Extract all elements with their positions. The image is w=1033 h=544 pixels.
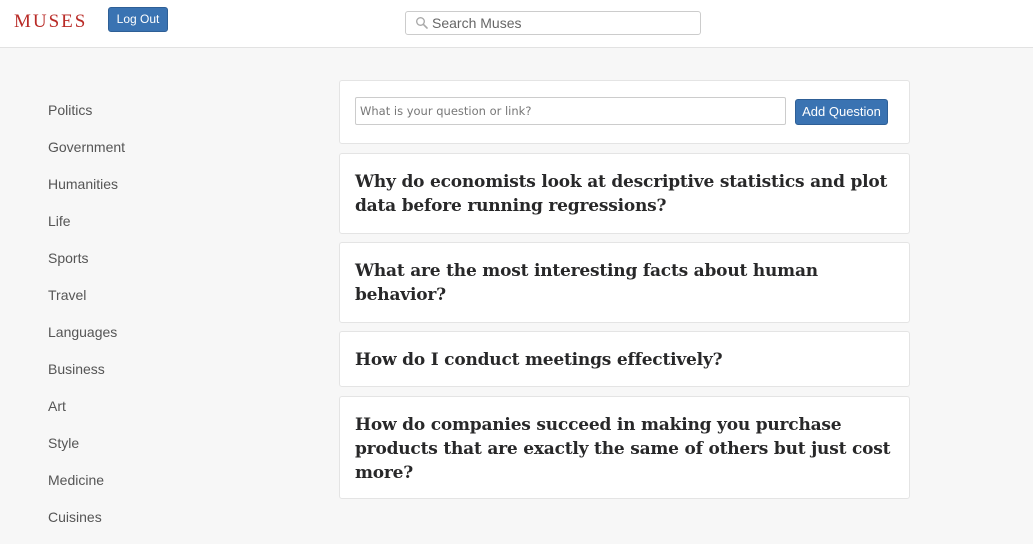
question-card: What are the most interesting facts abou… xyxy=(339,242,910,323)
question-title[interactable]: How do companies succeed in making you p… xyxy=(355,413,894,485)
sidebar-item-business[interactable]: Business xyxy=(48,359,248,396)
question-card: How do I conduct meetings effectively? xyxy=(339,331,910,387)
sidebar-item-politics[interactable]: Politics xyxy=(48,100,248,137)
question-title[interactable]: Why do economists look at descriptive st… xyxy=(355,170,894,218)
muses-logo[interactable]: MUSES xyxy=(14,11,87,33)
question-title[interactable]: How do I conduct meetings effectively? xyxy=(355,348,894,372)
sidebar-item-style[interactable]: Style xyxy=(48,433,248,470)
question-card: How do companies succeed in making you p… xyxy=(339,396,910,499)
topic-sidebar: Politics Government Humanities Life Spor… xyxy=(48,100,248,544)
sidebar-item-art[interactable]: Art xyxy=(48,396,248,433)
sidebar-item-humanities[interactable]: Humanities xyxy=(48,174,248,211)
sidebar-item-cuisines[interactable]: Cuisines xyxy=(48,507,248,544)
ask-question-card: Add Question xyxy=(339,80,910,144)
sidebar-item-languages[interactable]: Languages xyxy=(48,322,248,359)
question-card: Why do economists look at descriptive st… xyxy=(339,153,910,234)
sidebar-item-government[interactable]: Government xyxy=(48,137,248,174)
sidebar-item-life[interactable]: Life xyxy=(48,211,248,248)
question-title[interactable]: What are the most interesting facts abou… xyxy=(355,259,894,307)
add-question-button[interactable]: Add Question xyxy=(795,99,888,125)
search-icon xyxy=(416,17,428,29)
sidebar-item-travel[interactable]: Travel xyxy=(48,285,248,322)
question-input[interactable] xyxy=(355,97,786,125)
search-input[interactable] xyxy=(432,14,694,32)
sidebar-item-medicine[interactable]: Medicine xyxy=(48,470,248,507)
search-box[interactable] xyxy=(405,11,701,35)
log-out-button[interactable]: Log Out xyxy=(108,7,168,32)
sidebar-item-sports[interactable]: Sports xyxy=(48,248,248,285)
top-navigation-bar: MUSES Log Out xyxy=(0,0,1033,48)
